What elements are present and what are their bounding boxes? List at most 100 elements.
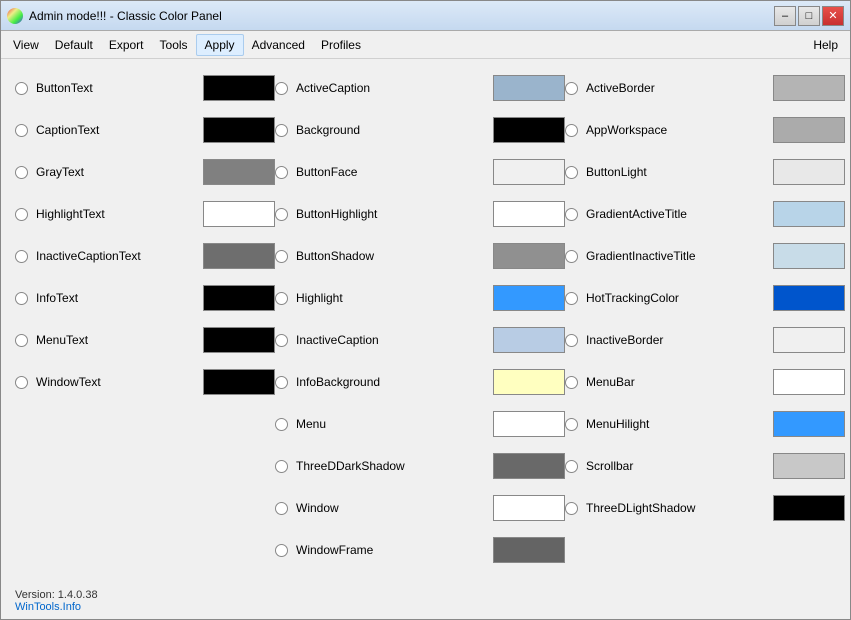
version-text: Version: 1.4.0.38 (15, 589, 836, 601)
color-radio-captiontext[interactable] (15, 124, 28, 137)
color-swatch-activecaption[interactable] (493, 75, 565, 101)
title-bar: Admin mode!!! - Classic Color Panel – □ … (1, 1, 850, 31)
wintools-link[interactable]: WinTools.Info (15, 601, 836, 613)
title-bar-buttons: – □ ✕ (774, 6, 844, 26)
color-radio-scrollbar[interactable] (565, 460, 578, 473)
color-radio-gradientactivetitle[interactable] (565, 208, 578, 221)
menu-help[interactable]: Help (805, 35, 846, 55)
color-radio-infotext[interactable] (15, 292, 28, 305)
color-radio-inactivecaptiontext[interactable] (15, 250, 28, 263)
color-swatch-threedlightshadow[interactable] (773, 495, 845, 521)
list-item: InactiveBorder (565, 321, 845, 359)
list-item: ButtonHighlight (275, 195, 565, 233)
color-radio-highlighttext[interactable] (15, 208, 28, 221)
menu-apply[interactable]: Apply (196, 34, 244, 56)
color-radio-activeborder[interactable] (565, 82, 578, 95)
color-label-windowframe: WindowFrame (296, 543, 485, 557)
color-swatch-menutext[interactable] (203, 327, 275, 353)
color-label-gradientinactivetitle: GradientInactiveTitle (586, 249, 765, 263)
color-radio-threeddarkshadow[interactable] (275, 460, 288, 473)
color-radio-inactiveborder[interactable] (565, 334, 578, 347)
color-swatch-activeborder[interactable] (773, 75, 845, 101)
color-swatch-menuhilight[interactable] (773, 411, 845, 437)
color-radio-windowframe[interactable] (275, 544, 288, 557)
list-item: ThreeDLightShadow (565, 489, 845, 527)
color-swatch-infobackground[interactable] (493, 369, 565, 395)
color-radio-highlight[interactable] (275, 292, 288, 305)
color-radio-gradientinactivetitle[interactable] (565, 250, 578, 263)
color-swatch-inactivecaption[interactable] (493, 327, 565, 353)
color-radio-threedlightshadow[interactable] (565, 502, 578, 515)
list-item: WindowText (15, 363, 275, 401)
color-label-inactivecaption: InactiveCaption (296, 333, 485, 347)
list-item: Scrollbar (565, 447, 845, 485)
color-radio-inactivecaption[interactable] (275, 334, 288, 347)
color-swatch-hottrackingcolor[interactable] (773, 285, 845, 311)
minimize-button[interactable]: – (774, 6, 796, 26)
list-item: Highlight (275, 279, 565, 317)
color-swatch-captiontext[interactable] (203, 117, 275, 143)
color-swatch-graytext[interactable] (203, 159, 275, 185)
list-item: MenuBar (565, 363, 845, 401)
menu-export[interactable]: Export (101, 35, 152, 55)
color-swatch-menu[interactable] (493, 411, 565, 437)
color-label-window: Window (296, 501, 485, 515)
maximize-button[interactable]: □ (798, 6, 820, 26)
color-swatch-buttonlight[interactable] (773, 159, 845, 185)
color-radio-activecaption[interactable] (275, 82, 288, 95)
color-label-captiontext: CaptionText (36, 123, 195, 137)
color-swatch-scrollbar[interactable] (773, 453, 845, 479)
color-swatch-windowtext[interactable] (203, 369, 275, 395)
window-title: Admin mode!!! - Classic Color Panel (29, 9, 774, 23)
color-radio-background[interactable] (275, 124, 288, 137)
color-swatch-gradientinactivetitle[interactable] (773, 243, 845, 269)
color-radio-menuhilight[interactable] (565, 418, 578, 431)
close-button[interactable]: ✕ (822, 6, 844, 26)
color-radio-graytext[interactable] (15, 166, 28, 179)
list-item: ActiveCaption (275, 69, 565, 107)
list-item: Menu (275, 405, 565, 443)
color-swatch-gradientactivetitle[interactable] (773, 201, 845, 227)
list-item: AppWorkspace (565, 111, 845, 149)
color-label-buttonhighlight: ButtonHighlight (296, 207, 485, 221)
menu-view[interactable]: View (5, 35, 47, 55)
color-label-buttonshadow: ButtonShadow (296, 249, 485, 263)
column-2: ActiveCaptionBackgroundButtonFaceButtonH… (275, 69, 565, 569)
color-swatch-inactiveborder[interactable] (773, 327, 845, 353)
color-radio-buttonhighlight[interactable] (275, 208, 288, 221)
color-swatch-buttontext[interactable] (203, 75, 275, 101)
color-swatch-highlight[interactable] (493, 285, 565, 311)
color-radio-buttonshadow[interactable] (275, 250, 288, 263)
color-radio-menu[interactable] (275, 418, 288, 431)
menu-default[interactable]: Default (47, 35, 101, 55)
color-radio-buttontext[interactable] (15, 82, 28, 95)
color-radio-buttonface[interactable] (275, 166, 288, 179)
menu-profiles[interactable]: Profiles (313, 35, 369, 55)
color-radio-menubar[interactable] (565, 376, 578, 389)
color-swatch-threeddarkshadow[interactable] (493, 453, 565, 479)
color-swatch-inactivecaptiontext[interactable] (203, 243, 275, 269)
color-radio-hottrackingcolor[interactable] (565, 292, 578, 305)
color-swatch-appworkspace[interactable] (773, 117, 845, 143)
color-swatch-buttonface[interactable] (493, 159, 565, 185)
color-swatch-highlighttext[interactable] (203, 201, 275, 227)
color-swatch-window[interactable] (493, 495, 565, 521)
color-swatch-background[interactable] (493, 117, 565, 143)
list-item: ButtonLight (565, 153, 845, 191)
color-swatch-buttonshadow[interactable] (493, 243, 565, 269)
menu-tools[interactable]: Tools (152, 35, 196, 55)
color-radio-buttonlight[interactable] (565, 166, 578, 179)
list-item: InactiveCaptionText (15, 237, 275, 275)
menu-advanced[interactable]: Advanced (244, 35, 313, 55)
color-label-windowtext: WindowText (36, 375, 195, 389)
color-radio-appworkspace[interactable] (565, 124, 578, 137)
menu-bar: View Default Export Tools Apply Advanced… (1, 31, 850, 59)
color-swatch-buttonhighlight[interactable] (493, 201, 565, 227)
color-swatch-windowframe[interactable] (493, 537, 565, 563)
color-swatch-menubar[interactable] (773, 369, 845, 395)
color-swatch-infotext[interactable] (203, 285, 275, 311)
color-radio-window[interactable] (275, 502, 288, 515)
color-radio-menutext[interactable] (15, 334, 28, 347)
color-radio-infobackground[interactable] (275, 376, 288, 389)
color-radio-windowtext[interactable] (15, 376, 28, 389)
